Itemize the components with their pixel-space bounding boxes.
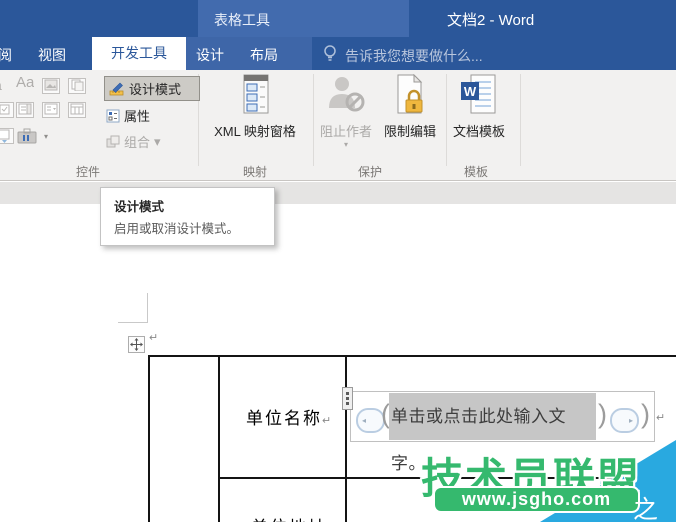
table-border-top (148, 355, 676, 357)
table-border-col2 (218, 355, 220, 522)
block-authors-dropdown-arrow: ▾ (343, 140, 348, 149)
design-mode-button[interactable]: 设计模式 (104, 76, 200, 101)
block-authors-icon (326, 74, 366, 121)
tab-developer-active[interactable]: 开发工具 (92, 37, 186, 70)
xml-mapping-label: XML 映射窗格 (214, 124, 296, 139)
table-move-handle[interactable] (128, 336, 145, 353)
group-separator (313, 74, 314, 166)
mapping-group-label: 映射 (243, 165, 268, 179)
cell-label-unit-name[interactable]: 单位名称↵ (246, 404, 333, 429)
lightbulb-icon (322, 44, 338, 68)
block-authors-label: 阻止作者 (319, 124, 372, 139)
restrict-editing-label: 限制编辑 (383, 124, 436, 139)
legacy-tools-icon[interactable] (16, 126, 40, 151)
group-button[interactable]: 组合 ▾ (106, 132, 161, 151)
window-title: 文档2 - Word (447, 12, 535, 29)
restrict-editing-icon (392, 73, 428, 121)
contextual-tool-title: 表格工具 (214, 12, 270, 28)
combobox-control-icon[interactable] (16, 102, 34, 118)
design-mode-icon (109, 81, 125, 97)
tab-view[interactable]: 视图 (38, 45, 66, 65)
repeating-section-control-icon[interactable] (0, 128, 14, 144)
paragraph-mark: ↵ (149, 332, 159, 344)
design-mode-label: 设计模式 (129, 82, 182, 97)
cell-label-partial-bottom[interactable]: 单位地址 (251, 513, 327, 522)
title-bar: 表格工具 文档2 - Word (0, 0, 676, 37)
properties-button[interactable]: 属性 (106, 106, 150, 125)
table-border-col3 (345, 355, 347, 522)
content-control-close-paren: ) (598, 399, 607, 429)
margin-crop-mark-horizontal (118, 322, 148, 323)
xml-mapping-icon (236, 74, 274, 121)
protect-group-label: 保护 (358, 165, 383, 179)
ribbon-tab-row: 审阅 视图 开发工具 设计 布局 告诉我您想要做什么... (0, 37, 676, 70)
cell-end-paragraph-mark: ↵ (656, 412, 666, 424)
building-block-control-icon[interactable] (68, 78, 86, 94)
content-control-end-tag[interactable]: ▸ (610, 408, 639, 433)
tab-layout[interactable]: 布局 (250, 45, 278, 65)
rich-text-control-icon[interactable]: a (0, 78, 2, 94)
group-label: 组合 (124, 135, 151, 150)
controls-group-label: 控件 (76, 165, 101, 179)
document-template-icon: W (459, 74, 499, 121)
properties-label: 属性 (124, 109, 151, 124)
group-separator (520, 74, 521, 166)
content-control-outer-paren: ) (641, 399, 650, 429)
plain-text-control-icon[interactable]: Aa (16, 76, 34, 92)
watermark-url-badge: www.jsgho.com (433, 486, 640, 513)
group-dropdown-arrow: ▾ (154, 133, 161, 149)
content-control-drag-handle[interactable] (342, 387, 353, 410)
table-border-left (148, 355, 150, 522)
checkbox-control-icon[interactable] (0, 102, 14, 118)
content-control-placeholder[interactable]: 单击或点击此处输入文字。 (389, 393, 596, 473)
tooltip-title: 设计模式 (114, 200, 165, 214)
legacy-tools-dropdown-arrow[interactable]: ▾ (44, 132, 48, 141)
tab-design[interactable]: 设计 (196, 45, 224, 65)
design-mode-tooltip: 设计模式 启用或取消设计模式。 (100, 187, 275, 246)
block-authors-button[interactable]: 阻止作者 ▾ (315, 74, 377, 149)
ribbon: a Aa ▾ 设计模式 属性 (0, 70, 676, 181)
margin-crop-mark-vertical (147, 293, 148, 323)
xml-mapping-pane-button[interactable]: XML 映射窗格 (200, 74, 310, 140)
svg-text:W: W (464, 84, 477, 99)
group-icon (106, 135, 120, 149)
restrict-editing-button[interactable]: 限制编辑 (378, 73, 442, 140)
document-template-label: 文档模板 (452, 124, 505, 139)
dropdown-list-control-icon[interactable] (42, 102, 60, 118)
document-template-button[interactable]: W 文档模板 (448, 74, 510, 140)
tell-me-box[interactable]: 告诉我您想要做什么... (345, 46, 483, 66)
picture-control-icon[interactable] (42, 78, 60, 94)
group-separator (446, 74, 447, 166)
date-picker-control-icon[interactable] (68, 102, 86, 118)
tooltip-body: 启用或取消设计模式。 (114, 222, 240, 236)
tab-review-partial[interactable]: 审阅 (0, 45, 12, 65)
cell-paragraph-mark: ↵ (322, 415, 334, 427)
watermark-corner-label: 之家 (633, 496, 659, 522)
template-group-label: 模板 (464, 165, 489, 179)
properties-icon (106, 109, 120, 123)
